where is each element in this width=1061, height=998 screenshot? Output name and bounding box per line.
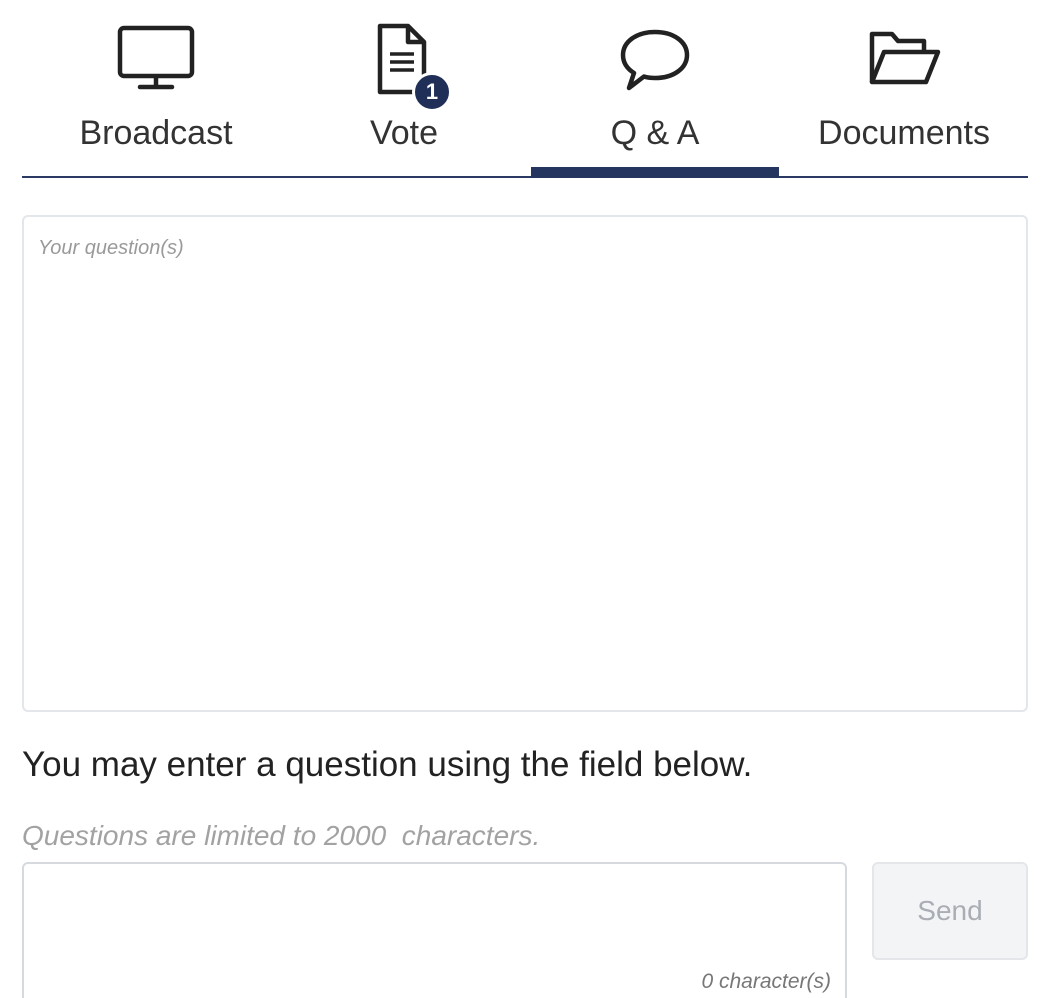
question-history-placeholder: Your question(s)	[38, 237, 184, 259]
tab-qa[interactable]: Q & A	[531, 0, 779, 178]
tab-label-qa: Q & A	[610, 114, 700, 152]
character-counter: 0 character(s)	[701, 970, 831, 993]
question-history-box[interactable]: Your question(s)	[22, 215, 1028, 712]
character-limit-note: Questions are limited to 2000 characters…	[22, 820, 541, 851]
send-button[interactable]: Send	[872, 862, 1028, 960]
tab-broadcast[interactable]: Broadcast	[32, 0, 280, 176]
tab-documents[interactable]: Documents	[780, 0, 1028, 176]
active-tab-indicator	[531, 167, 779, 178]
folder-open-icon	[862, 22, 946, 98]
vote-count-badge: 1	[412, 72, 452, 112]
speech-bubble-icon	[613, 22, 697, 98]
tab-bar: Broadcast 1 Vote Q & A Documents	[22, 0, 1028, 178]
monitor-icon	[114, 22, 198, 98]
document-icon: 1	[362, 22, 452, 112]
tab-label-broadcast: Broadcast	[79, 114, 233, 152]
qa-panel: Broadcast 1 Vote Q & A Documents Your qu…	[0, 0, 1061, 998]
tab-label-documents: Documents	[818, 114, 990, 152]
instruction-text: You may enter a question using the field…	[22, 745, 753, 784]
tab-label-vote: Vote	[369, 114, 439, 152]
tab-vote[interactable]: 1 Vote	[280, 0, 528, 176]
